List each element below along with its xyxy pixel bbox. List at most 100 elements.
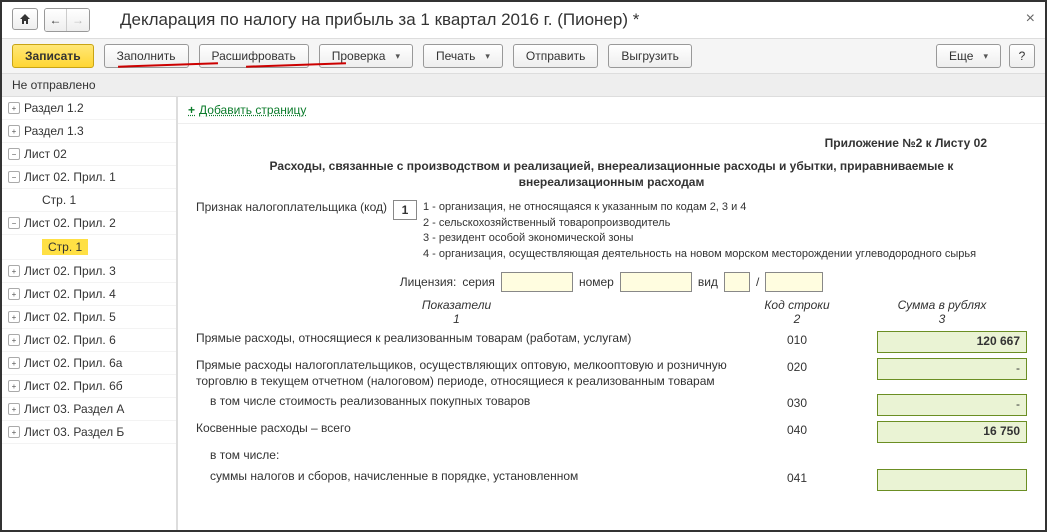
amount-input[interactable]: - [877,394,1027,416]
license-row: Лицензия: серия номер вид / [196,272,1027,292]
license-kind-input-1[interactable] [724,272,750,292]
license-series-label: серия [462,275,495,289]
help-button[interactable]: ? [1009,44,1035,68]
sidebar-item-label: Лист 03. Раздел А [24,402,124,416]
row-code: 040 [737,421,857,437]
table-row: Прямые расходы, относящиеся к реализован… [196,331,1027,353]
row-code: 041 [737,469,857,485]
sidebar[interactable]: +Раздел 1.2+Раздел 1.3−Лист 02−Лист 02. … [2,97,177,530]
table-row: в том числе: [196,448,1027,464]
close-button[interactable]: × [1026,10,1035,28]
sidebar-item-label: Стр. 1 [42,239,88,255]
taxpayer-code-row: Признак налогоплательщика (код) 1 1 - ор… [196,200,1027,262]
sidebar-item-label: Лист 02. Прил. 6 [24,333,116,347]
sidebar-item[interactable]: + Лист 02. Прил. 6б [2,375,176,398]
license-kind-input-2[interactable] [765,272,823,292]
sidebar-item[interactable]: + Лист 02. Прил. 5 [2,306,176,329]
toggle-icon[interactable]: − [8,171,20,183]
row-label: Прямые расходы налогоплательщиков, осуще… [196,358,737,389]
status-text: Не отправлено [2,74,1045,97]
sidebar-item[interactable]: −Лист 02 [2,143,176,166]
sidebar-item[interactable]: Стр. 1 [2,235,176,260]
sidebar-item[interactable]: + Лист 03. Раздел Б [2,421,176,444]
document-title: Расходы, связанные с производством и реа… [226,158,997,190]
sidebar-item-label: Лист 02. Прил. 5 [24,310,116,324]
sidebar-item[interactable]: Стр. 1 [2,189,176,212]
license-slash: / [756,275,759,289]
amount-input[interactable]: 16 750 [877,421,1027,443]
add-page-label: Добавить страницу [199,103,306,117]
row-code: 020 [737,358,857,374]
row-label: Прямые расходы, относящиеся к реализован… [196,331,737,347]
sidebar-item[interactable]: + Лист 02. Прил. 4 [2,283,176,306]
table-row: суммы налогов и сборов, начисленные в по… [196,469,1027,491]
sidebar-item-label: Лист 02. Прил. 6б [24,379,123,393]
table-row: Косвенные расходы – всего040 16 750 [196,421,1027,443]
toggle-icon[interactable]: + [8,265,20,277]
sidebar-item[interactable]: +Раздел 1.2 [2,97,176,120]
taxpayer-code-hints: 1 - организация, не относящаяся к указан… [423,200,976,262]
row-label: Косвенные расходы – всего [196,421,737,437]
sidebar-item[interactable]: + Лист 02. Прил. 3 [2,260,176,283]
window-title: Декларация по налогу на прибыль за 1 ква… [120,10,639,30]
toggle-icon[interactable]: + [8,102,20,114]
row-code: 010 [737,331,857,347]
row-code: 030 [737,394,857,410]
record-button[interactable]: Записать [12,44,94,68]
document-area[interactable]: Приложение №2 к Листу 02 Расходы, связан… [178,124,1045,530]
row-label: суммы налогов и сборов, начисленные в по… [196,469,737,485]
sidebar-item[interactable]: −Лист 02. Прил. 2 [2,212,176,235]
amount-input[interactable]: - [877,358,1027,380]
license-series-input[interactable] [501,272,573,292]
plus-icon: + [188,103,195,117]
toggle-icon[interactable]: + [8,403,20,415]
table-row: в том числе стоимость реализованных поку… [196,394,1027,416]
sidebar-item-label: Лист 02. Прил. 2 [24,216,116,230]
export-button[interactable]: Выгрузить [608,44,692,68]
license-kind-label: вид [698,275,718,289]
sidebar-item-label: Лист 03. Раздел Б [24,425,124,439]
decode-button[interactable]: Расшифровать [199,44,309,68]
toggle-icon[interactable]: + [8,380,20,392]
toggle-icon[interactable]: + [8,426,20,438]
sidebar-item-label: Лист 02. Прил. 4 [24,287,116,301]
appendix-heading: Приложение №2 к Листу 02 [196,136,987,150]
print-button[interactable]: Печать [423,44,503,68]
sidebar-item-label: Лист 02. Прил. 3 [24,264,116,278]
sidebar-item-label: Лист 02. Прил. 6а [24,356,122,370]
toolbar: Записать Заполнить Расшифровать Проверка… [2,39,1045,74]
toggle-icon[interactable]: + [8,357,20,369]
amount-input[interactable]: 120 667 [877,331,1027,353]
taxpayer-code-input[interactable]: 1 [393,200,417,220]
toggle-icon[interactable]: + [8,125,20,137]
row-label: в том числе: [196,448,737,464]
license-number-label: номер [579,275,614,289]
toggle-icon[interactable]: + [8,311,20,323]
send-button[interactable]: Отправить [513,44,599,68]
check-button[interactable]: Проверка [319,44,413,68]
sidebar-item[interactable]: + Лист 02. Прил. 6а [2,352,176,375]
sidebar-item-label: Стр. 1 [42,193,76,207]
add-page-link[interactable]: + Добавить страницу [188,103,306,117]
sidebar-item[interactable]: −Лист 02. Прил. 1 [2,166,176,189]
sidebar-item[interactable]: +Раздел 1.3 [2,120,176,143]
home-button[interactable] [12,8,38,30]
sidebar-item-label: Лист 02. Прил. 1 [24,170,116,184]
license-number-input[interactable] [620,272,692,292]
license-label: Лицензия: [400,275,457,289]
sidebar-item-label: Лист 02 [24,147,67,161]
toggle-icon[interactable]: − [8,148,20,160]
amount-input[interactable] [877,469,1027,491]
toggle-icon[interactable]: + [8,288,20,300]
titlebar: ← → Декларация по налогу на прибыль за 1… [2,2,1045,39]
row-label: в том числе стоимость реализованных поку… [196,394,737,410]
nav-back-button[interactable]: ← [45,9,67,31]
columns-header: Показатели1 Код строки2 Сумма в рублях3 [196,298,1027,326]
table-row: Прямые расходы налогоплательщиков, осуще… [196,358,1027,389]
sidebar-item[interactable]: + Лист 03. Раздел А [2,398,176,421]
toggle-icon[interactable]: + [8,334,20,346]
more-button[interactable]: Еще [936,44,1001,68]
sidebar-item[interactable]: + Лист 02. Прил. 6 [2,329,176,352]
toggle-icon[interactable]: − [8,217,20,229]
fill-button[interactable]: Заполнить [104,44,189,68]
